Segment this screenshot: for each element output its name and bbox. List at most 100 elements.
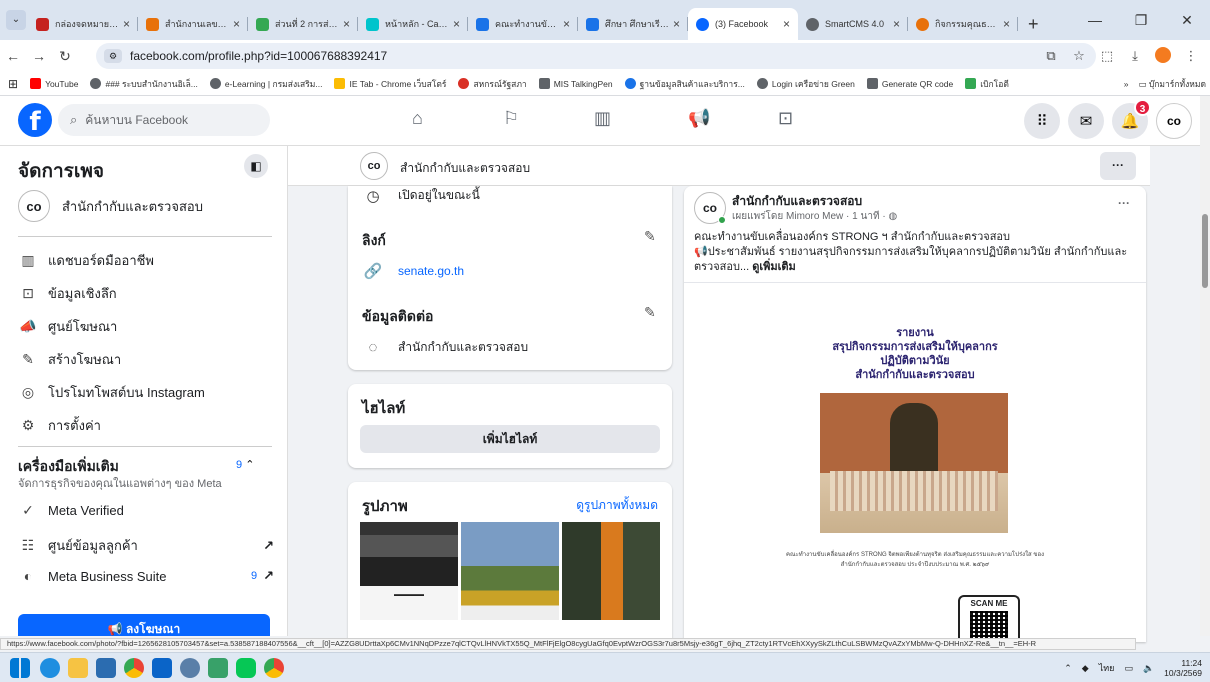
sidebar-item-business-suite[interactable]: ◐ Meta Business Suite 9 ↗ (18, 568, 274, 584)
sidebar-item-instagram[interactable]: ◎ โปรโมทโพสต์บน Instagram (18, 382, 274, 403)
reload-icon[interactable]: ↻ (52, 48, 78, 65)
close-tab-icon[interactable]: × (783, 17, 790, 31)
tray-chevron-icon[interactable]: ⌃ (1064, 663, 1072, 674)
bookmark-item[interactable]: ฐานข้อมูลสินค้าและบริการ... (624, 77, 745, 91)
more-options-button[interactable]: ··· (1100, 152, 1136, 180)
network-tray-icon[interactable]: ◆ (1082, 663, 1089, 674)
see-more-link[interactable]: ดูเพิ่มเติม (752, 261, 796, 273)
page-scrollbar[interactable] (1200, 96, 1210, 636)
mail-icon[interactable] (152, 658, 172, 678)
browser-tab[interactable]: ศึกษา ศึกษาเรียน × (578, 8, 688, 40)
sidebar-item-insights[interactable]: ⊡ ข้อมูลเชิงลึก (18, 283, 274, 304)
browser-tab-active[interactable]: (3) Facebook × (688, 8, 798, 40)
post-options-icon[interactable]: ··· (1118, 196, 1130, 210)
profile-avatar-icon[interactable] (1150, 46, 1176, 66)
display-tray-icon[interactable]: ▭ (1124, 663, 1133, 674)
close-tab-icon[interactable]: × (673, 17, 680, 31)
notes-icon[interactable] (96, 658, 116, 678)
scrollbar-thumb[interactable] (1202, 214, 1208, 288)
messenger-contact[interactable]: ◌ สำนักกำกับและตรวจสอบ (362, 338, 529, 357)
sidebar-item-customer-center[interactable]: ☷ ศูนย์ข้อมูลลูกค้า ↗ (18, 535, 274, 556)
download-icon[interactable]: ⤓ (1122, 48, 1148, 64)
browser-tab[interactable]: กิจกรรมคุณธรรม × (908, 8, 1018, 40)
cast-icon[interactable]: ⧉ (1038, 48, 1064, 64)
photo-thumbnail[interactable]: ▬▬▬▬▬ (360, 522, 458, 620)
bookmark-item[interactable]: ### ระบบสำนักงานอิเล็... (90, 77, 198, 91)
windows-start-icon[interactable] (10, 658, 30, 678)
bookmark-item[interactable]: e-Learning | กรมส่งเสริม... (209, 77, 322, 91)
forward-icon[interactable]: → (26, 48, 52, 64)
line-app-icon[interactable] (236, 658, 256, 678)
all-bookmarks-folder[interactable]: ▭ บุ๊กมาร์กทั้งหมด (1138, 77, 1206, 91)
ads-megaphone-icon[interactable]: 📢 (688, 108, 710, 129)
settings-app-icon[interactable] (180, 658, 200, 678)
add-highlight-button[interactable]: เพิ่มไฮไลท์ (360, 425, 660, 453)
sidebar-item-meta-verified[interactable]: ✓ Meta Verified (18, 502, 274, 519)
new-tab-button[interactable]: + (1018, 8, 1049, 40)
bookmark-item[interactable]: Login เครือข่าย Green (756, 77, 855, 91)
browser-tab[interactable]: กล่องจดหมาย - ร × (28, 8, 138, 40)
bookmark-youtube[interactable]: YouTube (30, 78, 78, 89)
browser-tab[interactable]: หน้าหลัก - Canva × (358, 8, 468, 40)
edit-contact-icon[interactable]: ✎ (644, 304, 656, 321)
account-avatar[interactable]: co (1156, 103, 1192, 139)
apps-grid-icon[interactable]: ⊞ (8, 77, 18, 91)
volume-icon[interactable]: 🔈 (1143, 663, 1154, 674)
notifications-bell-icon[interactable]: 🔔 3 (1112, 99, 1151, 139)
website-link[interactable]: 🔗 senate.go.th (362, 262, 464, 280)
close-tab-icon[interactable]: × (233, 17, 240, 31)
bookmark-star-icon[interactable]: ☆ (1066, 48, 1092, 64)
messenger-icon[interactable]: ✉ (1068, 103, 1104, 139)
sidebar-item-ad-center[interactable]: 📣 ศูนย์โฆษณา (18, 316, 274, 337)
edit-links-icon[interactable]: ✎ (644, 228, 656, 245)
minimize-icon[interactable]: — (1072, 0, 1118, 40)
site-info-icon[interactable]: ⚙ (104, 49, 122, 63)
sidebar-item-dashboard[interactable]: ▥ แดชบอร์ดมืออาชีพ (18, 250, 274, 271)
page-avatar[interactable]: co (360, 152, 388, 180)
home-icon[interactable]: ⌂ (412, 108, 423, 129)
post-image[interactable]: รายงาน สรุปกิจกรรมการส่งเสริมให้บุคลากร … (684, 282, 1146, 645)
close-tab-icon[interactable]: × (1003, 17, 1010, 31)
photos-app-icon[interactable] (208, 658, 228, 678)
browser-menu-icon[interactable]: ⋮ (1178, 48, 1204, 64)
chrome-pinned-icon[interactable] (264, 658, 284, 678)
bookmark-item[interactable]: MIS TalkingPen (538, 78, 613, 89)
sidebar-item-create-ad[interactable]: ✎ สร้างโฆษณา (18, 349, 274, 370)
close-window-icon[interactable]: ✕ (1164, 0, 1210, 40)
clock[interactable]: 11:24 10/3/2569 (1164, 658, 1202, 678)
bookmarks-overflow-button[interactable]: » (1124, 79, 1129, 89)
extensions-icon[interactable]: ⬚ (1094, 48, 1120, 64)
chrome-icon[interactable] (124, 658, 144, 678)
bookmark-item[interactable]: สหกรณ์รัฐสภา (458, 77, 527, 91)
edge-icon[interactable] (40, 658, 60, 678)
bookmark-item[interactable]: Generate QR code (866, 78, 953, 89)
url-bar[interactable]: ⚙ facebook.com/profile.php?id=1000676883… (96, 43, 1096, 69)
more-tools-toggle[interactable]: 9 ⌃ (236, 458, 254, 471)
calendar-icon[interactable]: ⊡ (778, 108, 793, 129)
bookmark-item[interactable]: IE Tab - Chrome เว็บสโตร์ (334, 77, 446, 91)
photo-thumbnail[interactable] (461, 522, 559, 620)
close-tab-icon[interactable]: × (563, 17, 570, 31)
browser-tab[interactable]: สำนักงานเลขาธิก × (138, 8, 248, 40)
tab-search-button[interactable]: ⌄ (6, 10, 26, 30)
sidebar-item-settings[interactable]: ⚙ การตั้งค่า (18, 415, 274, 436)
see-all-photos-link[interactable]: ดูรูปภาพทั้งหมด (576, 496, 658, 515)
restore-icon[interactable]: ❐ (1118, 0, 1164, 40)
browser-tab[interactable]: ส่วนที่ 2 การส่งเส × (248, 8, 358, 40)
close-tab-icon[interactable]: × (453, 17, 460, 31)
bookmark-item[interactable]: เบิกโอตี (965, 77, 1009, 91)
page-switcher[interactable]: co สำนักกำกับและตรวจสอบ (18, 190, 203, 222)
collapse-sidebar-icon[interactable]: ◧ (244, 154, 268, 178)
close-tab-icon[interactable]: × (893, 17, 900, 31)
browser-tab[interactable]: คณะทำงานขับเคลื่× (468, 8, 578, 40)
close-tab-icon[interactable]: × (123, 17, 130, 31)
browser-tab[interactable]: SmartCMS 4.0 × (798, 8, 908, 40)
close-tab-icon[interactable]: × (343, 17, 350, 31)
file-explorer-icon[interactable] (68, 658, 88, 678)
menu-grid-icon[interactable]: ⠿ (1024, 103, 1060, 139)
photo-thumbnail[interactable] (562, 522, 660, 620)
promote-button[interactable]: 📢 ลงโฆษณา (18, 614, 270, 636)
input-language[interactable]: ไทย (1099, 661, 1115, 675)
dashboard-icon[interactable]: ▥ (594, 108, 611, 129)
pages-flag-icon[interactable]: ⚐ (503, 108, 519, 129)
